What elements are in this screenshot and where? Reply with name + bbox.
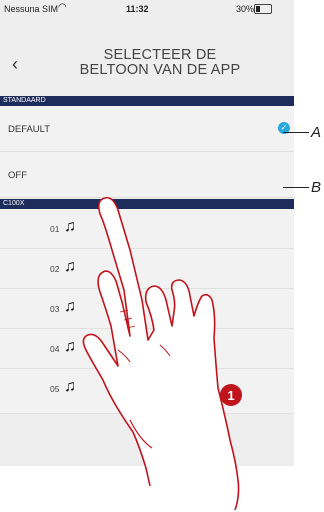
tap-hand-illustration: 1: [82, 196, 242, 511]
hand-outline: [82, 196, 240, 511]
step-number: 1: [227, 388, 234, 403]
